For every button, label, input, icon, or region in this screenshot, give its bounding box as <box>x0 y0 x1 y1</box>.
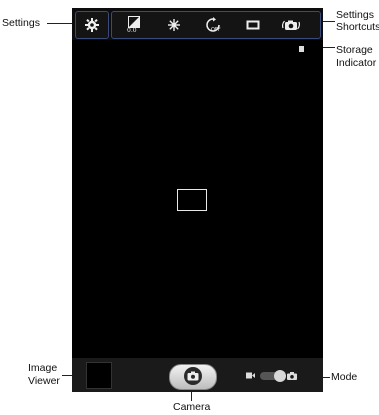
mode-toggle-track[interactable] <box>260 370 286 382</box>
camera-switch-icon <box>282 20 300 30</box>
focus-frame <box>177 189 207 211</box>
camera-callout-label: Camera <box>173 401 211 413</box>
image-viewer-thumbnail[interactable] <box>86 362 112 389</box>
flash-shortcut[interactable] <box>164 15 184 35</box>
shutter-inner <box>184 367 202 385</box>
exposure-value-label: 0.0 <box>127 27 137 34</box>
camera-icon <box>187 371 199 381</box>
mode-toggle-knob[interactable] <box>274 370 286 382</box>
storage-callout-label-2: Indicator <box>336 57 377 69</box>
camera-shutter-button[interactable] <box>169 364 217 390</box>
timer-shortcut[interactable]: OFF <box>203 15 223 35</box>
photo-camera-icon <box>287 372 297 380</box>
storage-indicator-icon <box>299 46 304 52</box>
settings-shortcuts-callout-label-2: Shortcuts <box>336 21 379 33</box>
aspect-ratio-icon <box>246 20 260 30</box>
mode-switch[interactable] <box>246 369 306 383</box>
settings-shortcuts-callout-label-1: Settings <box>336 9 374 21</box>
video-camera-icon <box>246 372 255 379</box>
timer-off-badge: OFF <box>211 27 221 33</box>
exposure-shortcut[interactable]: 0.0 <box>124 15 144 35</box>
settings-button[interactable] <box>75 11 109 39</box>
gear-icon <box>85 18 99 32</box>
aspect-ratio-shortcut[interactable] <box>243 15 263 35</box>
storage-callout-label-1: Storage <box>336 44 373 56</box>
camera-switch-shortcut[interactable] <box>280 15 302 35</box>
settings-callout-label: Settings <box>2 17 40 29</box>
image-viewer-callout-label-2: Viewer <box>28 375 60 387</box>
top-toolbar: 0.0 OFF <box>72 8 323 40</box>
flash-icon <box>168 19 180 31</box>
image-viewer-callout-label-1: Image <box>28 362 58 374</box>
settings-shortcuts-bar: 0.0 OFF <box>111 11 321 39</box>
mode-callout-label: Mode <box>331 371 358 383</box>
camera-viewfinder-screen[interactable]: 0.0 OFF <box>72 8 323 392</box>
